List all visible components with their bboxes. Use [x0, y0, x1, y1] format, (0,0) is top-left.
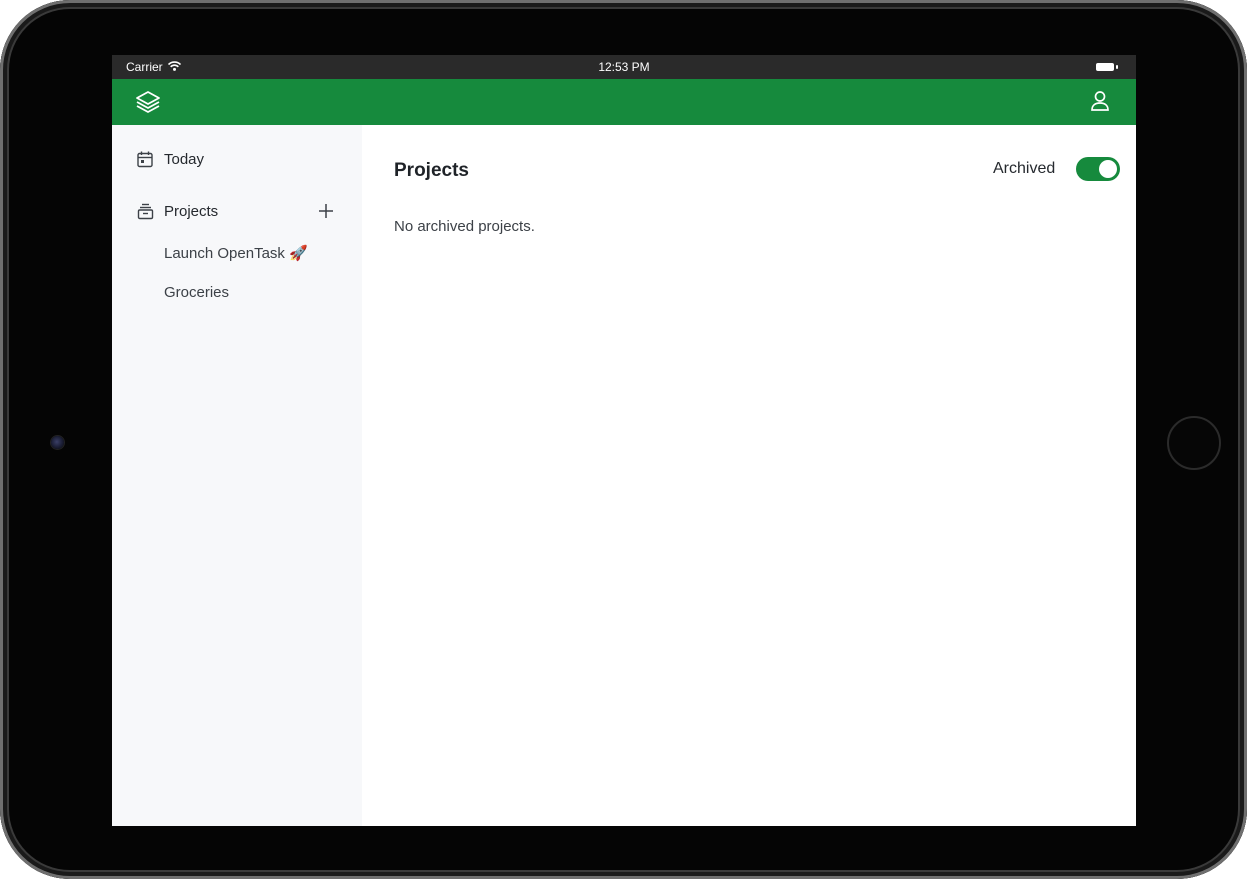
- sidebar-item-today[interactable]: Today: [136, 150, 204, 168]
- inbox-stack-icon: [136, 202, 154, 220]
- calendar-icon: [136, 150, 154, 168]
- sidebar-item-label: Projects: [164, 202, 219, 220]
- plus-icon: [318, 203, 334, 224]
- status-bar: Carrier 12:53 PM: [112, 55, 1136, 79]
- empty-state-message: No archived projects.: [394, 218, 535, 235]
- app-screen: Carrier 12:53 PM Today Projects Launch O…: [112, 55, 1136, 826]
- battery-icon: [1096, 63, 1114, 71]
- sidebar-project-groceries[interactable]: Groceries: [164, 284, 229, 301]
- archived-toggle-label: Archived: [993, 160, 1056, 177]
- archived-toggle[interactable]: [1076, 157, 1120, 181]
- main-content: Projects Archived No archived projects.: [362, 125, 1136, 826]
- sidebar-project-launch-opentask[interactable]: Launch OpenTask 🚀: [164, 244, 308, 262]
- page-title: Projects: [394, 160, 469, 181]
- sidebar-item-label: Today: [164, 150, 205, 168]
- layers-icon[interactable]: [135, 90, 161, 119]
- front-camera: [51, 436, 64, 449]
- app-bar: [112, 79, 1136, 125]
- status-time: 12:53 PM: [598, 60, 650, 74]
- sidebar: Today Projects Launch OpenTask �: [112, 125, 362, 826]
- add-project-button[interactable]: [316, 203, 336, 223]
- home-button[interactable]: [1167, 416, 1221, 470]
- user-icon[interactable]: [1090, 90, 1110, 117]
- toggle-knob: [1099, 160, 1117, 178]
- battery-tip: [1116, 65, 1118, 69]
- sidebar-item-projects[interactable]: Projects: [136, 202, 218, 220]
